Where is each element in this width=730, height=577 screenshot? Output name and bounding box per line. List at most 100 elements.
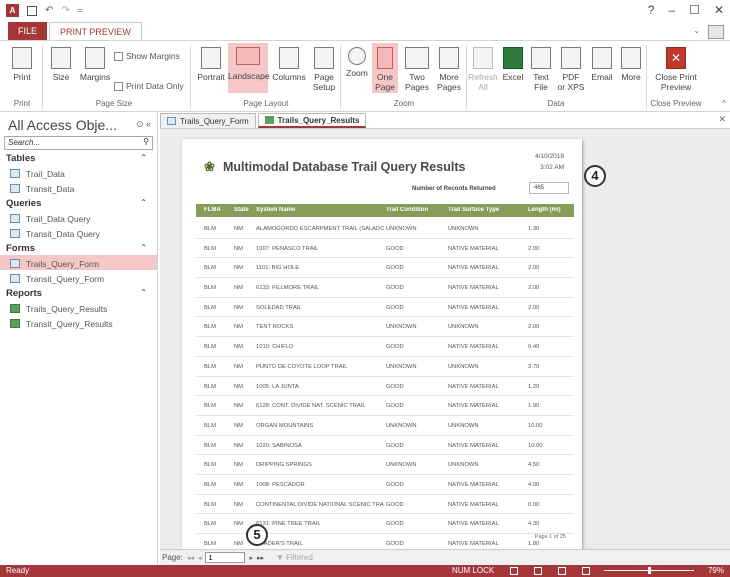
nav-item-transit-data[interactable]: Transit_Data bbox=[0, 180, 157, 195]
nav-section-queries[interactable]: Queries ⌃ bbox=[0, 195, 157, 210]
table-cell: NM bbox=[234, 265, 244, 272]
nav-item-transit-data-query[interactable]: Transit_Data Query bbox=[0, 225, 157, 240]
doc-tab-trails-query-form[interactable]: Trails_Query_Form bbox=[160, 113, 256, 128]
restore-button[interactable]: ☐ bbox=[689, 3, 700, 17]
previous-page-button[interactable]: ◂ bbox=[198, 554, 202, 562]
nav-item-transit-query-results[interactable]: Transit_Query_Results bbox=[0, 315, 157, 330]
nav-item-trails-query-form[interactable]: Trails_Query_Form bbox=[0, 255, 157, 270]
refresh-label-2: All bbox=[478, 82, 488, 92]
user-avatar[interactable] bbox=[708, 25, 724, 39]
table-cell: NM bbox=[234, 501, 244, 508]
nav-item-trails-query-results[interactable]: Trails_Query_Results bbox=[0, 300, 157, 315]
two-pages-button[interactable]: Two Pages bbox=[402, 47, 432, 92]
separator bbox=[466, 45, 467, 109]
nav-section-reports[interactable]: Reports ⌃ bbox=[0, 285, 157, 300]
nav-section-forms[interactable]: Forms ⌃ bbox=[0, 240, 157, 255]
zoom-slider-thumb[interactable] bbox=[648, 567, 651, 574]
report-page: ❀ Multimodal Database Trail Query Result… bbox=[182, 139, 582, 574]
ribbon-tabs: FILE PRINT PREVIEW ⌄ bbox=[0, 22, 730, 40]
view-print-preview-icon[interactable] bbox=[534, 567, 542, 575]
collapse-chevron-icon[interactable]: ⌃ bbox=[140, 288, 147, 297]
nav-pane-menu-icon[interactable]: ⊙ « bbox=[136, 119, 151, 130]
table-cell: NM bbox=[234, 422, 244, 429]
help-button[interactable]: ? bbox=[648, 3, 655, 17]
more-pages-button[interactable]: More Pages bbox=[434, 47, 464, 92]
table-cell: SOLEDAD TRAIL bbox=[256, 304, 302, 311]
two-pages-label-2: Pages bbox=[404, 82, 430, 92]
minimize-button[interactable]: – bbox=[668, 3, 675, 17]
collapse-chevron-icon[interactable]: ⌃ bbox=[140, 198, 147, 207]
view-layout-icon[interactable] bbox=[558, 567, 566, 575]
portrait-button[interactable]: Portrait bbox=[194, 47, 228, 82]
refresh-all-button[interactable]: Refresh All bbox=[468, 47, 498, 92]
collapse-chevron-icon[interactable]: ⌃ bbox=[140, 153, 147, 162]
print-button[interactable]: Print bbox=[6, 47, 38, 82]
email-button[interactable]: Email bbox=[588, 47, 616, 82]
table-cell: DRIPPING SPRINGS bbox=[256, 462, 312, 469]
print-preview-area[interactable]: ❀ Multimodal Database Trail Query Result… bbox=[160, 128, 730, 574]
nav-pane-header[interactable]: All Access Obje... ⊙ « bbox=[0, 112, 157, 136]
ribbon-collapse-caret-icon[interactable]: ^ bbox=[722, 99, 726, 108]
more-export-button[interactable]: More bbox=[618, 47, 644, 82]
table-cell: 6128: CONT. DIVIDE NAT. SCENIC TRAIL bbox=[256, 403, 366, 410]
doc-tab-trails-query-results[interactable]: Trails_Query_Results bbox=[257, 113, 367, 128]
columns-label: Columns bbox=[272, 72, 306, 82]
table-cell: NATIVE MATERIAL bbox=[448, 344, 499, 351]
landscape-button[interactable]: Landscape bbox=[228, 43, 270, 93]
next-page-button[interactable]: ▸ bbox=[249, 554, 253, 562]
close-document-icon[interactable]: ✕ bbox=[718, 114, 726, 125]
one-page-button[interactable]: One Page bbox=[372, 43, 398, 93]
table-cell: UNKNOWN bbox=[448, 226, 479, 232]
nav-section-tables[interactable]: Tables ⌃ bbox=[0, 150, 157, 165]
view-design-icon[interactable] bbox=[582, 567, 590, 575]
table-cell: NM bbox=[234, 285, 244, 292]
size-label: Size bbox=[52, 72, 70, 82]
nav-item-transit-query-form[interactable]: Transit_Query_Form bbox=[0, 270, 157, 285]
page-number-input[interactable] bbox=[205, 552, 246, 563]
save-icon[interactable] bbox=[27, 5, 37, 16]
separator bbox=[42, 45, 43, 109]
table-cell: BLM bbox=[204, 541, 216, 547]
margins-button[interactable]: Margins bbox=[78, 47, 112, 82]
excel-icon bbox=[503, 47, 523, 69]
nav-item-trail-data[interactable]: Trail_Data bbox=[0, 165, 157, 180]
table-cell: 1005: LA JUNTA bbox=[256, 383, 299, 390]
columns-button[interactable]: Columns bbox=[270, 47, 308, 82]
ribbon-collapse-icon[interactable]: ⌄ bbox=[693, 26, 700, 35]
collapse-chevron-icon[interactable]: ⌃ bbox=[140, 243, 147, 252]
nav-item-trail-data-query[interactable]: Trail_Data Query bbox=[0, 210, 157, 225]
excel-button[interactable]: Excel bbox=[500, 47, 526, 82]
one-page-label-2: Page bbox=[375, 82, 395, 92]
pdf-xps-button[interactable]: PDF or XPS bbox=[556, 47, 586, 92]
filter-indicator[interactable]: ▼ Filtered bbox=[276, 553, 313, 562]
table-cell: BLM bbox=[204, 521, 216, 528]
table-cell: 2.00 bbox=[528, 265, 540, 272]
tab-print-preview[interactable]: PRINT PREVIEW bbox=[49, 22, 142, 40]
nav-item-label: Transit_Data Query bbox=[26, 228, 100, 239]
view-report-icon[interactable] bbox=[510, 567, 518, 575]
close-window-button[interactable]: ✕ bbox=[714, 3, 724, 17]
customize-qat-icon[interactable]: = bbox=[78, 6, 83, 15]
text-file-button[interactable]: Text File bbox=[528, 47, 554, 92]
print-data-only-checkbox[interactable]: Print Data Only bbox=[114, 81, 184, 91]
size-button[interactable]: Size bbox=[48, 47, 74, 82]
nav-search-input[interactable]: Search... ⚲ bbox=[4, 136, 153, 150]
tab-file[interactable]: FILE bbox=[8, 22, 48, 40]
zoom-level[interactable]: 79% bbox=[708, 566, 724, 575]
table-cell: 2.00 bbox=[528, 285, 540, 292]
last-page-button[interactable]: ▸▸ bbox=[257, 554, 264, 562]
close-print-preview-button[interactable]: ✕ Close Print Preview bbox=[650, 47, 702, 92]
callout-badge: 5 bbox=[246, 524, 268, 546]
show-margins-checkbox[interactable]: Show Margins bbox=[114, 51, 180, 61]
table-cell: BLM bbox=[204, 462, 216, 469]
table-cell: NM bbox=[234, 481, 244, 488]
page-setup-button[interactable]: Page Setup bbox=[310, 47, 338, 92]
first-page-button[interactable]: ◂◂ bbox=[187, 554, 194, 562]
undo-icon[interactable]: ↶ bbox=[45, 5, 53, 16]
redo-icon[interactable]: ↷ bbox=[61, 5, 69, 16]
print-label: Print bbox=[13, 72, 31, 82]
zoom-button[interactable]: Zoom bbox=[344, 47, 370, 78]
table-icon bbox=[10, 169, 20, 178]
page-navigation-bar: Page: ◂◂ ◂ ▸ ▸▸ ▼ Filtered bbox=[160, 549, 730, 565]
table-cell: NM bbox=[234, 226, 244, 232]
